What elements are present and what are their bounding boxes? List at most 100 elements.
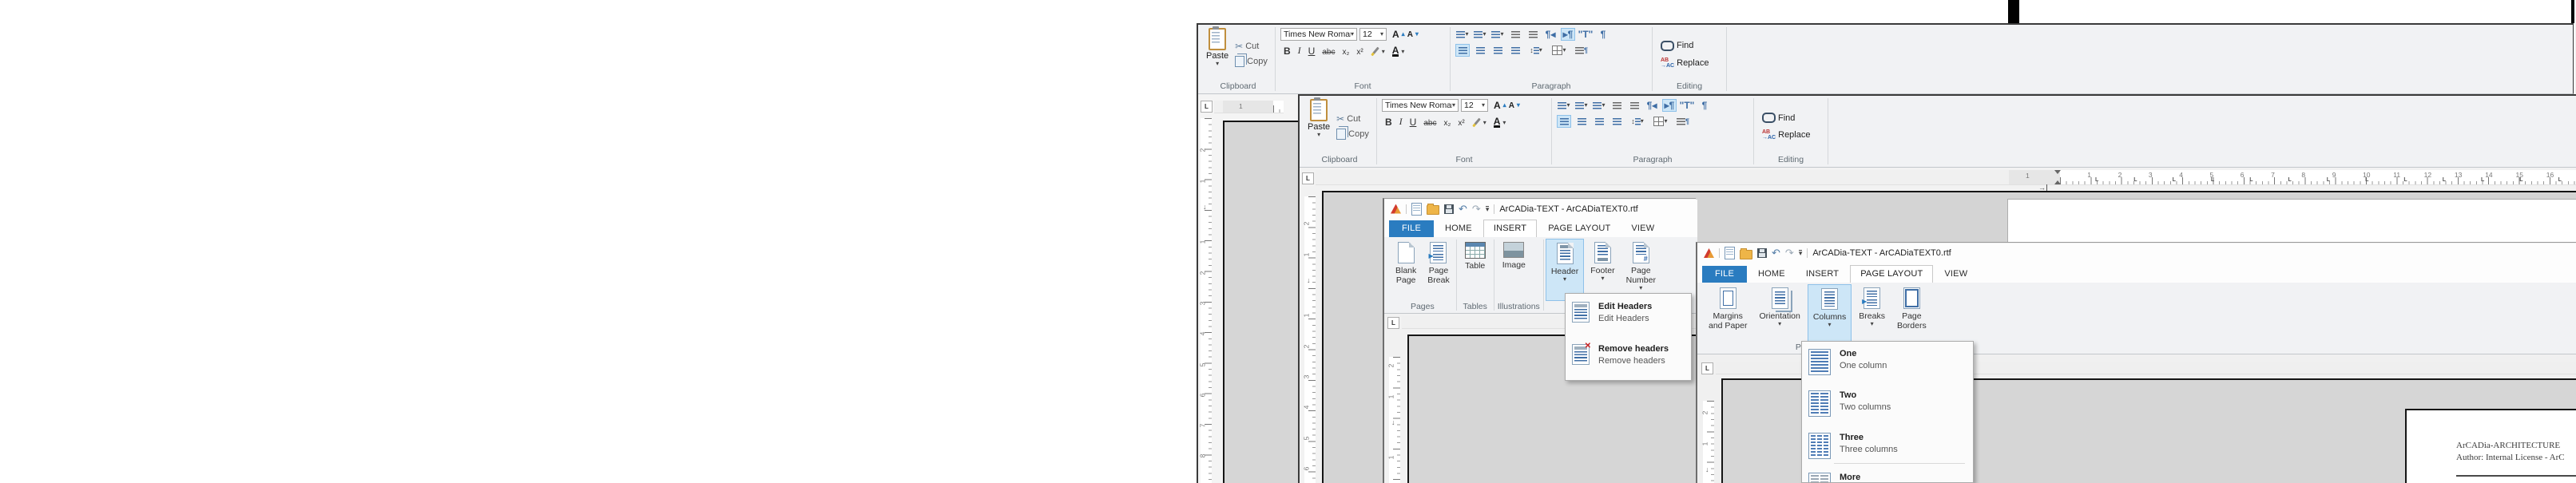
tab-home[interactable]: HOME <box>1435 220 1482 237</box>
font-color-button[interactable]: A▾ <box>1392 46 1405 57</box>
menu-item-three[interactable]: ThreeThree columns <box>1802 430 1973 462</box>
new-document-icon[interactable] <box>1411 203 1422 216</box>
numbered-list-button[interactable]: ▾ <box>1473 28 1487 41</box>
sort-button[interactable]: ¶ <box>1673 115 1693 128</box>
margin-marker-icon[interactable]: ↓ <box>1391 418 1395 426</box>
titlebar-w4[interactable]: ↶↷▾ArCADia-TEXT - ArCADiaTEXT0.rtf <box>1697 243 2576 263</box>
quick-access-menu-icon[interactable]: ▾ <box>1486 206 1490 212</box>
font-color-button[interactable]: A▾ <box>1494 117 1506 128</box>
margin-marker-icon[interactable]: ↓ <box>1705 465 1709 473</box>
tab-selector-button-w2[interactable]: L <box>1302 172 1314 184</box>
highlight-pen-button[interactable]: ▾ <box>1371 46 1385 57</box>
line-spacing-button[interactable]: ↕▾ <box>1526 44 1546 57</box>
horizontal-ruler-w2[interactable]: 11234567891011121314151617LLLLLLLLLLLLL→ <box>1316 170 2576 185</box>
first-line-indent-marker[interactable] <box>2054 170 2061 174</box>
align-left-button[interactable] <box>1557 115 1571 128</box>
text-direction-button[interactable]: "T" <box>1578 28 1593 41</box>
undo-icon[interactable]: ↶ <box>1772 249 1780 257</box>
bold-button[interactable]: B <box>1284 46 1291 57</box>
align-center-button[interactable] <box>1473 44 1487 57</box>
tab-page-layout[interactable]: PAGE LAYOUT <box>1538 220 1620 237</box>
save-icon[interactable] <box>1444 204 1454 214</box>
quick-access-menu-icon[interactable]: ▾ <box>1799 250 1803 256</box>
page-borders-button[interactable]: Page Borders <box>1892 284 1931 342</box>
paste-button[interactable]: Paste▾ <box>1206 28 1228 81</box>
vertical-ruler-w3[interactable]: 121↓ <box>1389 357 1400 483</box>
image-button[interactable]: Image <box>1498 239 1530 301</box>
shrink-font-button[interactable]: A▾ <box>1509 101 1520 110</box>
table-button[interactable]: Table <box>1460 239 1490 301</box>
breaks-button[interactable]: ▶Breaks▾ <box>1854 284 1890 342</box>
menu-item-more[interactable]: More <box>1802 469 1973 483</box>
align-left-button[interactable] <box>1455 44 1470 57</box>
bold-button[interactable]: B <box>1385 117 1392 128</box>
tab-insert[interactable]: INSERT <box>1483 220 1537 237</box>
tab-view[interactable]: VIEW <box>1935 266 1977 283</box>
hanging-indent-marker[interactable] <box>2054 180 2061 184</box>
tab-page-layout[interactable]: PAGE LAYOUT <box>1850 265 1933 283</box>
shrink-font-button[interactable]: A▾ <box>1407 30 1419 39</box>
paste-button[interactable]: Paste▾ <box>1308 99 1330 154</box>
font-name-select[interactable]: Times New Roman▾ <box>1280 28 1357 41</box>
font-name-select[interactable]: Times New Roman▾ <box>1382 99 1459 112</box>
increase-indent-button[interactable] <box>1627 99 1641 112</box>
para-left-mark-button[interactable]: ¶◂ <box>1645 99 1659 112</box>
margin-marker-icon[interactable]: ↓ <box>1203 203 1207 211</box>
grow-font-button[interactable]: A▴ <box>1392 29 1405 40</box>
find-button[interactable]: Find <box>1661 41 1721 51</box>
redo-icon[interactable]: ↷ <box>1472 205 1481 213</box>
menu-item-edit-headers[interactable]: Edit HeadersEdit Headers <box>1566 299 1691 327</box>
menu-item-remove-headers[interactable]: ✕Remove headersRemove headers <box>1566 341 1691 369</box>
numbered-list-button[interactable]: ▾ <box>1574 99 1589 112</box>
sort-button[interactable]: ¶ <box>1572 44 1591 57</box>
redo-icon[interactable]: ↷ <box>1785 249 1794 257</box>
italic-button[interactable]: I <box>1298 45 1301 57</box>
tab-selector-button-w1[interactable]: L <box>1201 101 1213 113</box>
find-button[interactable]: Find <box>1762 113 1823 123</box>
para-right-mark-button[interactable]: ▸¶ <box>1561 28 1575 41</box>
tab-selector-button-w3[interactable]: L <box>1387 317 1399 329</box>
open-folder-icon[interactable] <box>1427 205 1439 215</box>
decrease-indent-button[interactable] <box>1610 99 1624 112</box>
blank-page-button[interactable]: Blank Page <box>1391 239 1421 301</box>
page-number-button[interactable]: #Page Number▾ <box>1621 239 1661 301</box>
right-indent-marker[interactable]: → <box>2038 184 2047 191</box>
superscript-button[interactable]: x² <box>1458 119 1464 128</box>
footer-button[interactable]: Footer▾ <box>1586 239 1619 301</box>
pilcrow-button[interactable]: ¶ <box>1697 99 1712 112</box>
align-justify-button[interactable] <box>1508 44 1522 57</box>
save-icon[interactable] <box>1757 248 1767 258</box>
header-button[interactable]: Header▾ <box>1546 239 1584 301</box>
multilevel-list-button[interactable]: ▾ <box>1592 99 1606 112</box>
menu-item-two[interactable]: TwoTwo columns <box>1802 387 1973 420</box>
line-spacing-button[interactable]: ↕▾ <box>1627 115 1648 128</box>
increase-indent-button[interactable] <box>1526 28 1540 41</box>
menu-item-one[interactable]: OneOne column <box>1802 346 1973 378</box>
borders-button[interactable]: ▾ <box>1550 44 1569 57</box>
vertical-ruler-w2[interactable]: 12123456↓ <box>1304 196 1316 483</box>
document-page-w1[interactable] <box>1223 121 1304 483</box>
italic-button[interactable]: I <box>1399 116 1403 128</box>
bullet-list-button[interactable]: ▾ <box>1455 28 1470 41</box>
tab-file[interactable]: FILE <box>1702 266 1747 283</box>
horizontal-ruler-w1[interactable]: 1 <box>1214 101 1284 113</box>
superscript-button[interactable]: x² <box>1356 48 1363 57</box>
new-document-icon[interactable] <box>1725 247 1735 259</box>
cut-button[interactable]: ✂Cut <box>1336 114 1369 124</box>
multilevel-list-button[interactable]: ▾ <box>1490 28 1505 41</box>
columns-button[interactable]: Columns▾ <box>1808 284 1852 342</box>
decrease-indent-button[interactable] <box>1508 28 1522 41</box>
font-size-select[interactable]: 12▾ <box>1359 28 1387 41</box>
highlight-pen-button[interactable]: ▾ <box>1472 117 1486 128</box>
undo-icon[interactable]: ↶ <box>1459 205 1467 213</box>
replace-button[interactable]: AB→ACReplace <box>1661 57 1721 69</box>
underline-button[interactable]: U <box>1308 46 1316 57</box>
align-justify-button[interactable] <box>1610 115 1624 128</box>
subscript-button[interactable]: x₂ <box>1342 48 1349 57</box>
text-direction-button[interactable]: "T" <box>1680 99 1694 112</box>
align-right-button[interactable] <box>1490 44 1505 57</box>
open-folder-icon[interactable] <box>1740 250 1752 259</box>
subscript-button[interactable]: x₂ <box>1443 119 1451 128</box>
para-left-mark-button[interactable]: ¶◂ <box>1543 28 1558 41</box>
align-center-button[interactable] <box>1574 115 1589 128</box>
